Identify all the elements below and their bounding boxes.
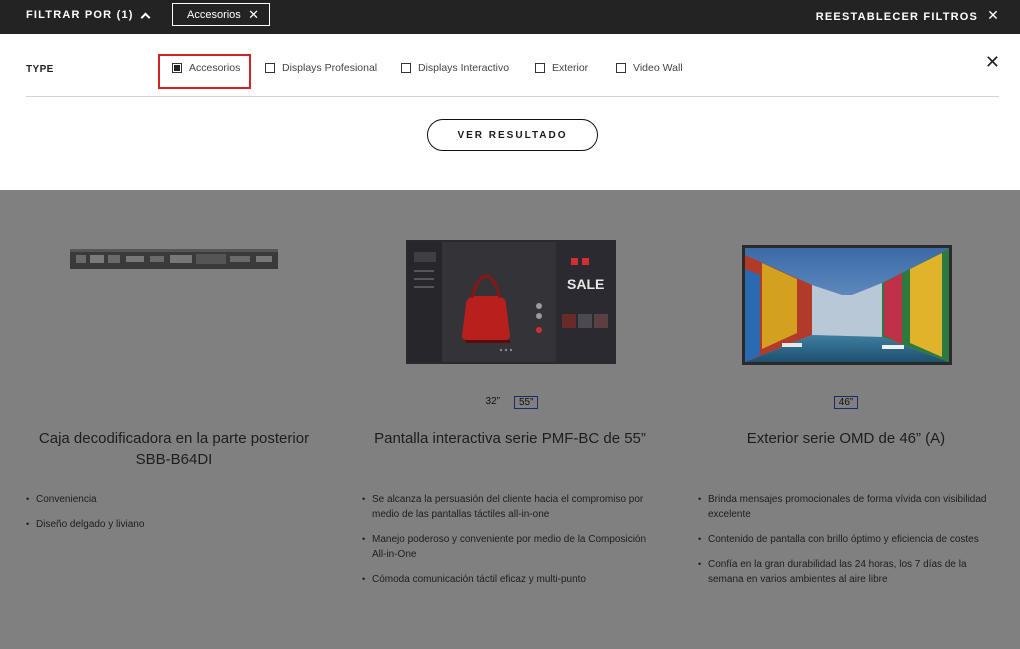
filter-panel: TYPE Accesorios Displays Profesional Dis…: [0, 34, 1020, 190]
option-label: Video Wall: [633, 62, 683, 74]
product-card: SALE 32” 55” Pantalla interactiva serie …: [340, 190, 680, 649]
list-item: Contenido de pantalla con brillo óptimo …: [698, 532, 998, 547]
option-exterior[interactable]: Exterior: [535, 62, 588, 74]
product-image[interactable]: [68, 246, 280, 272]
size-option-32[interactable]: 32”: [482, 396, 504, 409]
close-icon[interactable]: ✕: [248, 7, 259, 23]
checkbox[interactable]: [616, 63, 626, 73]
divider: [26, 96, 999, 97]
feature-list: Conveniencia Diseño delgado y liviano: [26, 492, 326, 542]
product-image[interactable]: SALE: [406, 240, 616, 364]
product-image[interactable]: [742, 245, 952, 365]
list-item: Conveniencia: [26, 492, 326, 507]
feature-list: Se alcanza la persuasión del cliente hac…: [362, 492, 662, 597]
list-item: Se alcanza la persuasión del cliente hac…: [362, 492, 662, 522]
filter-bar: FILTRAR POR (1) Accesorios ✕ REESTABLECE…: [0, 0, 1020, 34]
reset-filters-button[interactable]: REESTABLECER FILTROS ✕: [815, 7, 1000, 24]
option-video-wall[interactable]: Video Wall: [616, 62, 683, 74]
filter-toggle[interactable]: FILTRAR POR (1): [26, 9, 151, 22]
feature-list: Brinda mensajes promocionales de forma v…: [698, 492, 998, 597]
option-label: Displays Profesional: [282, 62, 378, 74]
close-icon[interactable]: ✕: [985, 52, 1000, 73]
close-icon: ✕: [987, 7, 1000, 23]
list-item: Brinda mensajes promocionales de forma v…: [698, 492, 998, 522]
sale-text: SALE: [567, 276, 604, 292]
size-selector: 46”: [676, 396, 1016, 409]
size-option-55[interactable]: 55”: [514, 396, 539, 409]
product-title[interactable]: Pantalla interactiva serie PMF-BC de 55”: [340, 428, 680, 449]
option-label: Accesorios: [189, 62, 241, 74]
view-results-button[interactable]: VER RESULTADO: [427, 119, 598, 151]
option-displays-interactivo[interactable]: Displays Interactivo: [401, 62, 509, 74]
active-filter-chip[interactable]: Accesorios ✕: [172, 3, 270, 26]
option-displays-profesional[interactable]: Displays Profesional: [265, 62, 377, 74]
size-option-46[interactable]: 46”: [833, 396, 859, 409]
list-item: Confía en la gran durabilidad las 24 hor…: [698, 557, 998, 587]
filter-label: FILTRAR POR (1): [26, 9, 134, 21]
checkbox[interactable]: [401, 63, 411, 73]
reset-label: REESTABLECER FILTROS: [815, 10, 979, 23]
checkbox[interactable]: [172, 63, 182, 73]
chevron-up-icon: [140, 12, 151, 22]
product-title[interactable]: Caja decodificadora en la parte posterio…: [4, 428, 344, 470]
chip-label: Accesorios: [187, 8, 241, 21]
list-item: Manejo poderoso y conveniente por medio …: [362, 532, 662, 562]
checkbox[interactable]: [265, 63, 275, 73]
product-title[interactable]: Exterior serie OMD de 46” (A): [676, 428, 1016, 449]
type-label: TYPE: [26, 64, 54, 75]
list-item: Cómoda comunicación táctil eficaz y mult…: [362, 572, 662, 587]
option-accesorios[interactable]: Accesorios: [172, 62, 240, 74]
list-item: Diseño delgado y liviano: [26, 517, 326, 532]
product-card: 46” Exterior serie OMD de 46” (A) Brinda…: [676, 190, 1016, 649]
size-selector: 32” 55”: [340, 396, 680, 409]
option-label: Displays Interactivo: [418, 62, 510, 74]
product-card: Caja decodificadora en la parte posterio…: [4, 190, 344, 649]
option-label: Exterior: [552, 62, 589, 74]
checkbox[interactable]: [535, 63, 545, 73]
